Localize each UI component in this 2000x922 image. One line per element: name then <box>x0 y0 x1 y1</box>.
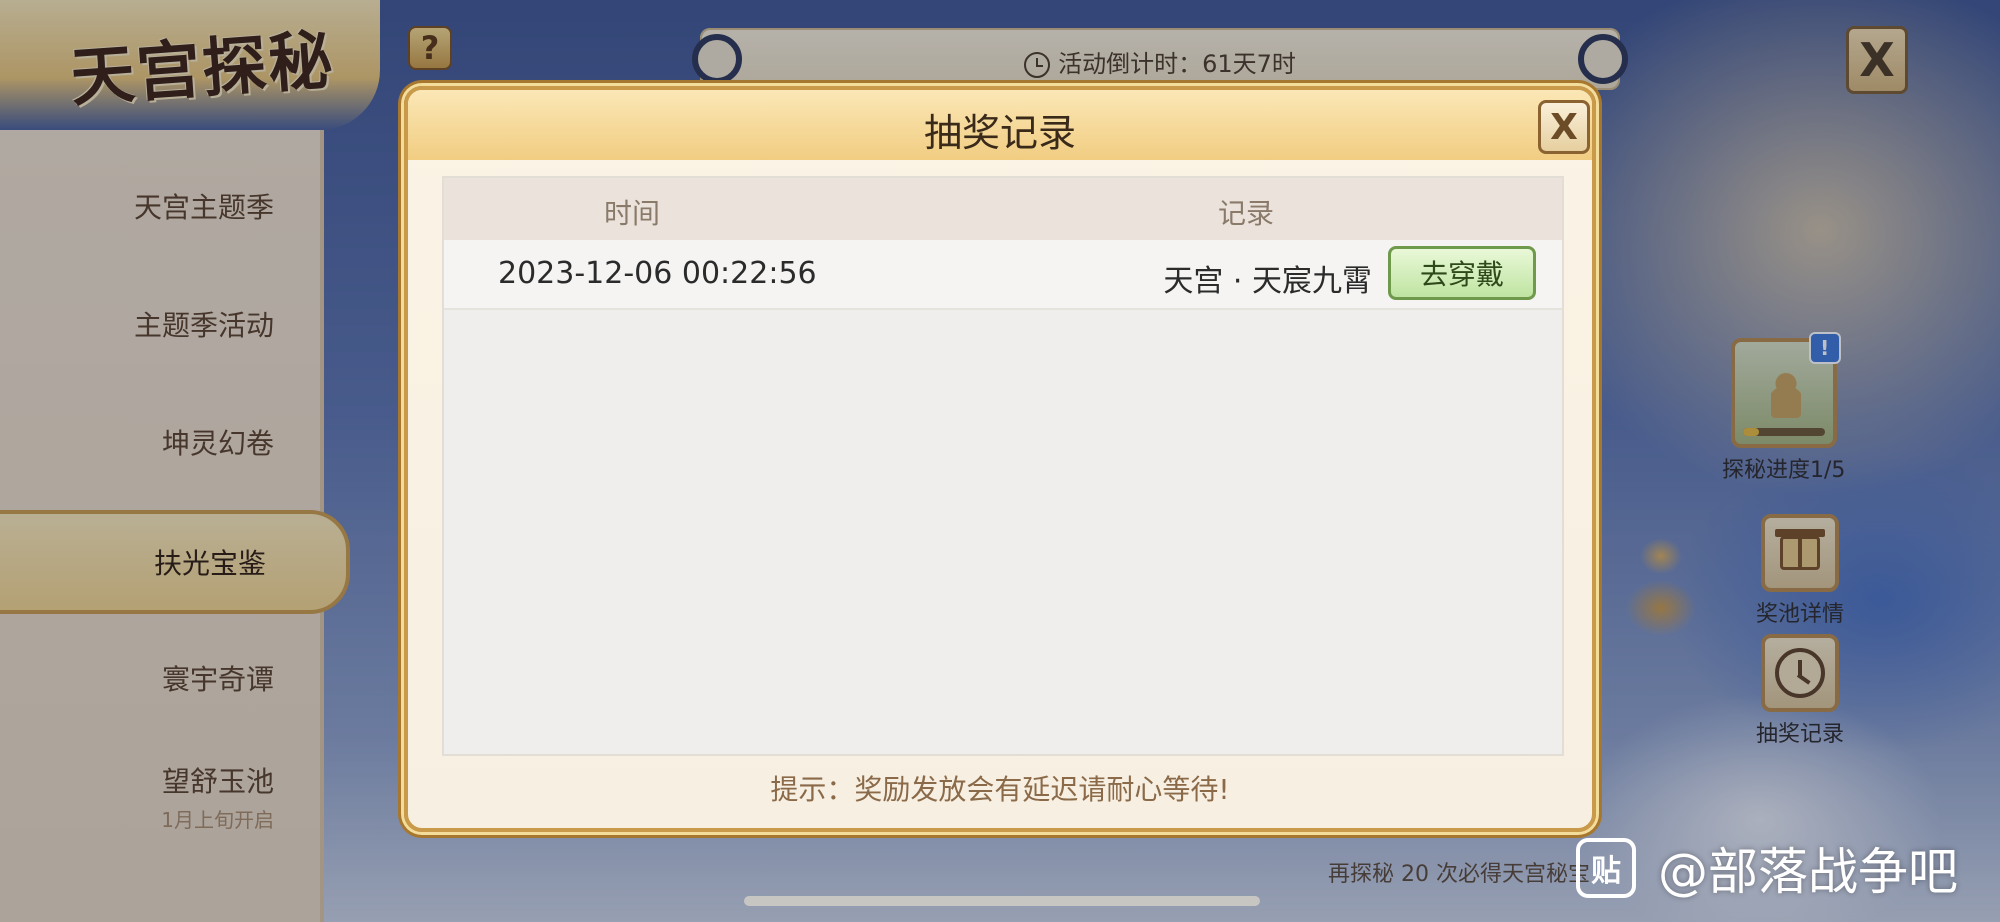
row-record: 天宫 · 天宸九霄 <box>1163 264 1372 299</box>
modal-close-button[interactable]: X <box>1538 100 1590 154</box>
table-row: 2023-12-06 00:22:56 天宫 · 天宸九霄 去穿戴 <box>444 240 1562 310</box>
tieba-logo-icon: 贴 <box>1576 838 1636 898</box>
modal-header: 抽奖记录 <box>408 90 1592 160</box>
modal-title: 抽奖记录 <box>923 111 1076 155</box>
table-header: 时间 记录 <box>444 178 1562 240</box>
watermark-text: @部落战争吧 <box>1658 843 1958 901</box>
row-time: 2023-12-06 00:22:56 <box>498 256 817 291</box>
wear-button[interactable]: 去穿戴 <box>1388 246 1536 300</box>
home-indicator[interactable] <box>744 896 1260 906</box>
column-header-time: 时间 <box>604 197 661 230</box>
modal-tip: 提示：奖励发放会有延迟请耐心等待! <box>770 773 1230 806</box>
draw-record-modal: 抽奖记录 X 时间 记录 2023-12-06 00:22:56 天宫 · 天宸… <box>404 86 1596 832</box>
watermark: 贴 @部落战争吧 <box>1576 832 1958 904</box>
close-icon: X <box>1550 106 1578 148</box>
record-table: 时间 记录 2023-12-06 00:22:56 天宫 · 天宸九霄 去穿戴 <box>442 176 1564 756</box>
column-header-record: 记录 <box>1218 197 1275 230</box>
